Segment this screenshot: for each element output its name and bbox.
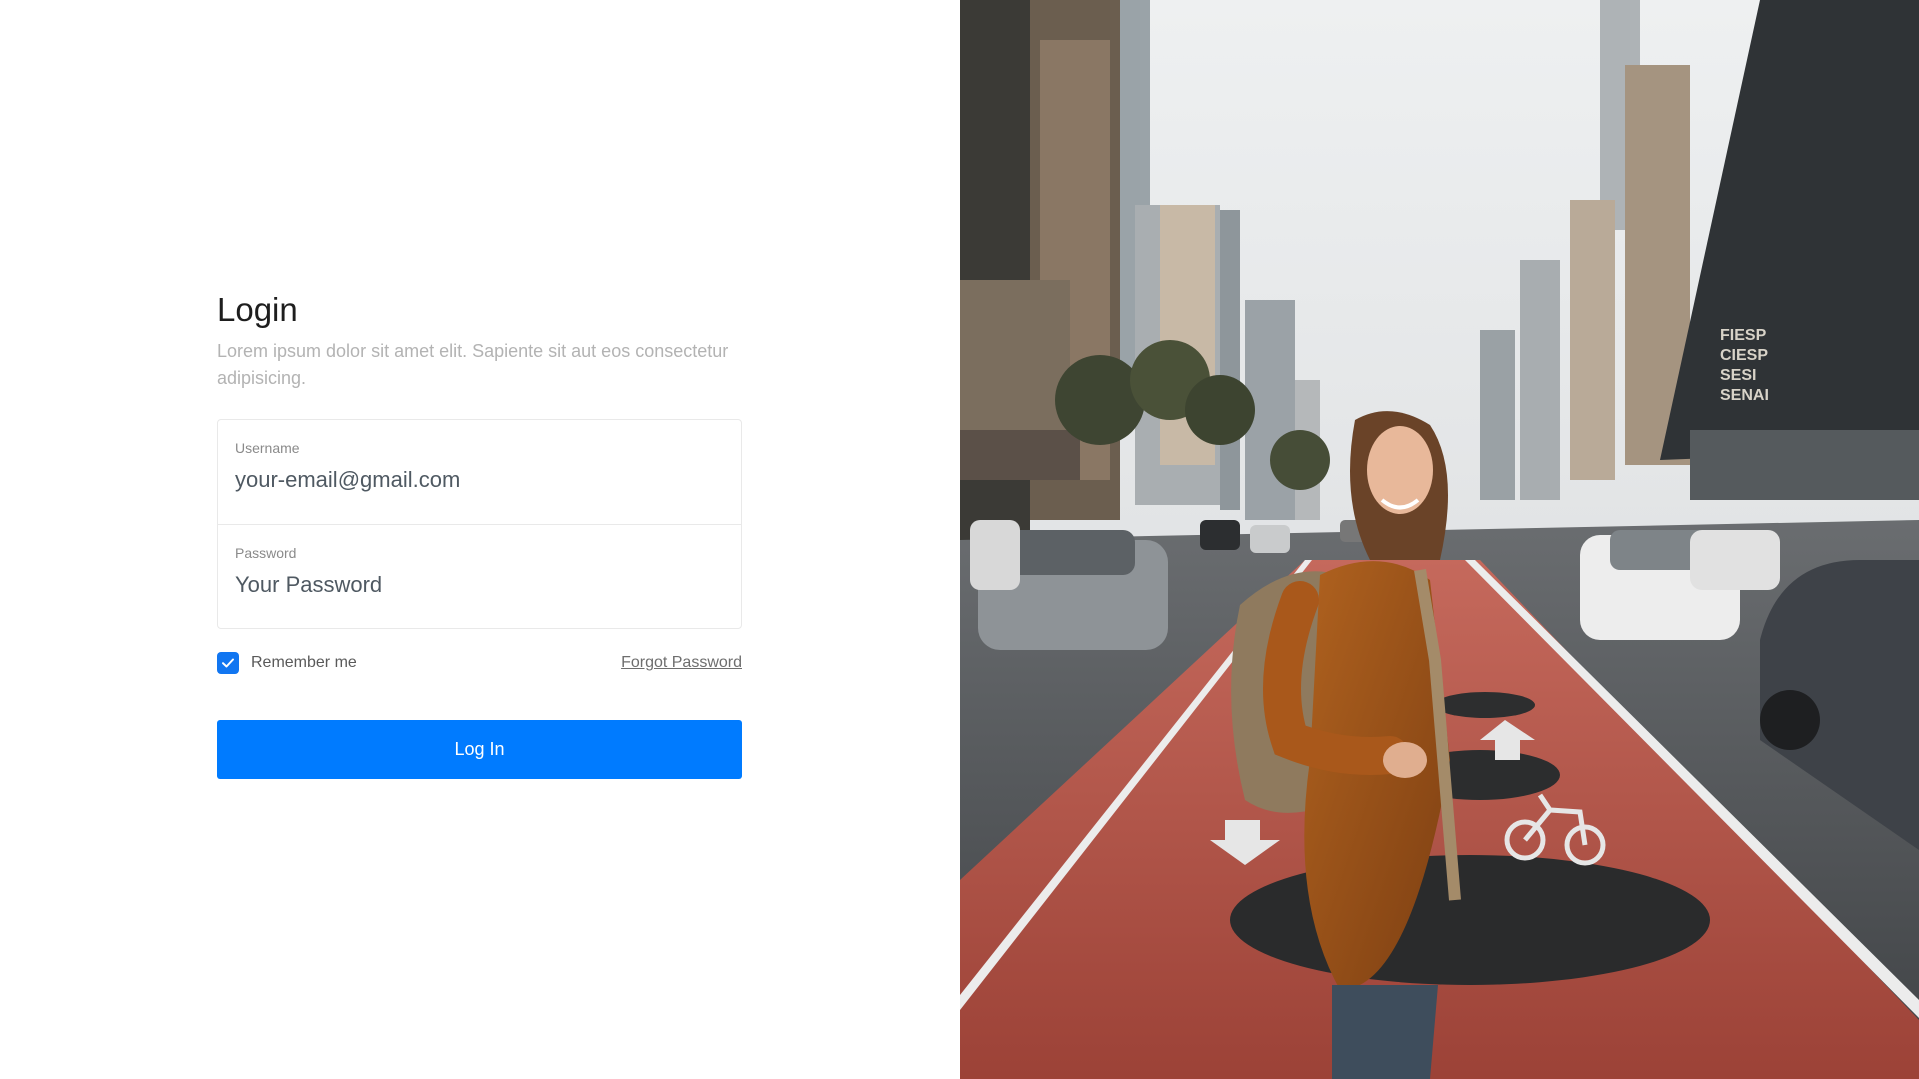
login-form: Login Lorem ipsum dolor sit amet elit. S… [217,290,742,779]
form-options: Remember me Forgot Password [217,651,742,675]
login-page: Login Lorem ipsum dolor sit amet elit. S… [0,0,1919,1079]
page-subtitle: Lorem ipsum dolor sit amet elit. Sapient… [217,341,729,388]
check-icon [222,658,234,668]
building-sign-line-2: CIESP [1720,347,1768,364]
password-label: Password [235,545,297,561]
remember-me-control[interactable]: Remember me [217,652,357,674]
password-input[interactable] [235,571,724,599]
login-panel: Login Lorem ipsum dolor sit amet elit. S… [0,0,960,1079]
building-sign-line-4: SENAI [1720,387,1769,404]
login-button[interactable]: Log In [217,720,742,779]
remember-me-label: Remember me [251,654,357,671]
city-street-photo: FIESP CIESP SESI SENAI [960,0,1919,1079]
remember-me-checkbox[interactable] [217,652,239,674]
building-sign-line-3: SESI [1720,367,1756,384]
credentials-fields: Username Password [217,419,742,629]
username-label: Username [235,440,300,456]
page-title: Login [217,291,298,328]
hero-image: FIESP CIESP SESI SENAI [960,0,1919,1079]
drain-grate [1230,855,1710,985]
building-sign-line-1: FIESP [1720,327,1767,344]
password-field: Password [218,524,741,628]
username-field: Username [218,420,741,524]
username-input[interactable] [235,466,724,494]
forgot-password-link[interactable]: Forgot Password [621,654,742,672]
